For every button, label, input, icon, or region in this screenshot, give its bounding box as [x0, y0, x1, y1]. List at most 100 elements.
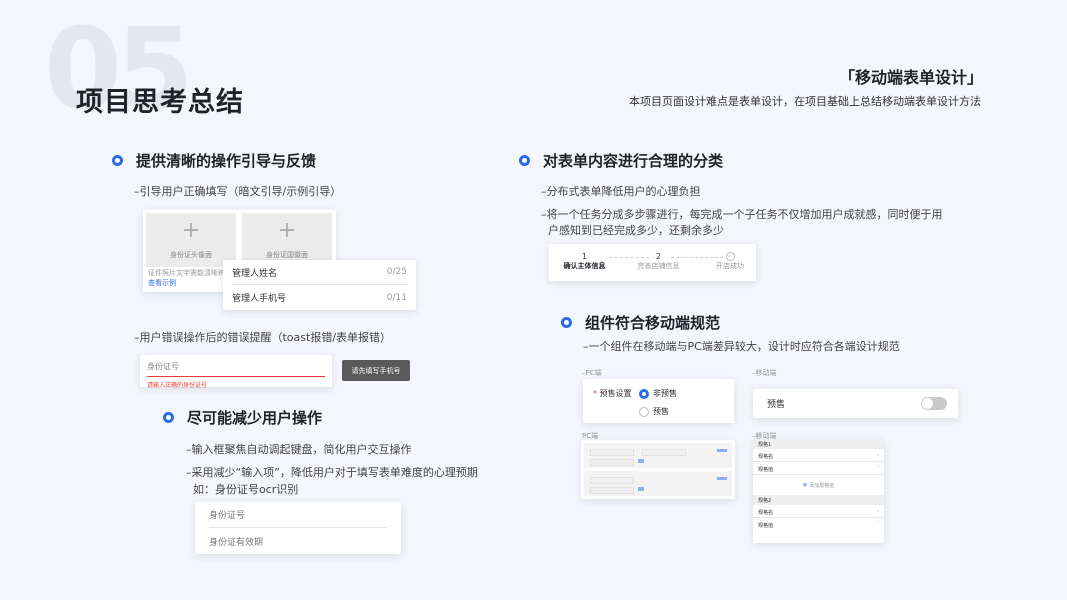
pc-spec-row-2	[584, 471, 732, 496]
add-spec-label: 添加规格值	[809, 482, 835, 489]
radio-checked-icon	[639, 388, 649, 399]
spec-row[interactable]: 规格名 ›	[753, 505, 884, 518]
spec-input[interactable]	[590, 487, 634, 494]
step-2: 2 完善店铺信息	[631, 252, 686, 271]
toast-message: 请先填写手机号	[342, 360, 410, 381]
char-count: 0/11	[386, 292, 407, 303]
presale-toggle[interactable]	[921, 397, 947, 410]
remove-link[interactable]	[717, 449, 727, 452]
note-steps-2: 户感知到已经完成多少，还剩余多少	[548, 224, 724, 237]
char-count: 0/25	[386, 267, 407, 277]
remove-link[interactable]	[717, 477, 727, 480]
error-message: 请输入正确的身份证号	[147, 382, 208, 389]
presale-label-text: 预售设置	[599, 389, 632, 398]
step-indicator: 1 确认主体信息 2 完善店铺信息 ✓ 开店成功	[549, 244, 756, 281]
step-label: 完善店铺信息	[637, 262, 680, 270]
example-link[interactable]: 查看示例	[148, 278, 176, 288]
spec-row-label: 规格值	[758, 467, 774, 473]
spec-row[interactable]: 规格值 ˆ	[753, 462, 884, 475]
brand-title: 「移动端表单设计」	[838, 68, 983, 87]
step-3: ✓ 开店成功	[706, 252, 754, 271]
spec-row[interactable]: 规格值 ˇ	[753, 518, 884, 531]
upload-hint: 证件照片文字需能清晰辨认	[148, 269, 230, 277]
spec-input[interactable]	[590, 477, 634, 484]
section-title-text: 提供清晰的操作引导与反馈	[136, 152, 317, 170]
name-phone-form: 管理人姓名 0/25 管理人手机号 0/11	[223, 260, 416, 310]
spec-row-label: 规格名	[758, 454, 774, 460]
note-error: –用户错误操作后的错误提醒（toast报错/表单报错）	[134, 331, 392, 344]
spec-input[interactable]	[642, 449, 686, 456]
field-manager-phone[interactable]: 管理人手机号 0/11	[232, 285, 407, 310]
section-reduce-ops-title: 尽可能减少用户操作	[163, 407, 322, 428]
mobile-label: –移动端	[752, 369, 777, 377]
id-input-error[interactable]: 身份证号	[147, 361, 325, 377]
upload-back-label: 身份证国徽面	[266, 251, 308, 259]
spec-row-label: 规格名	[758, 510, 774, 516]
radio-label: 预售	[653, 407, 669, 416]
radio-label: 非预售	[653, 389, 677, 398]
upload-front-label: 身份证头像面	[170, 251, 212, 259]
note-keyboard: –输入框聚焦自动调起键盘，简化用户交互操作	[186, 443, 412, 456]
required-mark: *	[593, 389, 597, 398]
chevron-right-icon: ›	[877, 453, 879, 459]
plus-circle-icon: ●	[802, 482, 808, 488]
upload-back-box[interactable]: + 身份证国徽面	[242, 213, 332, 267]
page-title: 项目思考总结	[76, 87, 244, 118]
note-distributed: –分布式表单降低用户的心理负担	[541, 185, 701, 198]
pc-spec-row-1	[584, 443, 732, 468]
pc-label: –PC端	[582, 369, 602, 377]
field-label: 身份证号	[209, 511, 246, 521]
plus-icon: +	[277, 218, 297, 243]
spec-group-1: 规格1	[753, 439, 884, 449]
bullet-icon	[519, 155, 530, 166]
radio-presale[interactable]: 预售	[639, 406, 669, 417]
radio-non-presale[interactable]: 非预售	[639, 388, 677, 399]
field-label: 管理人姓名	[232, 268, 278, 279]
field-label: 身份证有效期	[209, 537, 264, 548]
section-title-text: 尽可能减少用户操作	[187, 409, 323, 427]
plus-icon: +	[181, 218, 201, 243]
step-label: 确认主体信息	[563, 262, 606, 270]
spec-row-label: 规格值	[758, 523, 774, 529]
add-spec-value[interactable]: ● 添加规格值	[753, 475, 884, 495]
field-manager-name[interactable]: 管理人姓名 0/25	[232, 260, 407, 285]
note-guide: –引导用户正确填写（暗文引导/示例引导）	[134, 185, 342, 198]
id-form-card: 身份证号 身份证有效期	[195, 502, 401, 554]
bullet-icon	[112, 155, 123, 166]
add-link[interactable]	[638, 487, 644, 491]
chevron-up-icon: ˆ	[876, 466, 880, 472]
section-guide-feedback-title: 提供清晰的操作引导与反馈	[112, 150, 316, 171]
section-classify-title: 对表单内容进行合理的分类	[519, 150, 723, 171]
bullet-icon	[561, 317, 572, 328]
pc-spec-card	[581, 440, 735, 499]
spec-input[interactable]	[590, 459, 634, 466]
id-number-field[interactable]: 身份证号	[209, 502, 387, 528]
note-ocr: 如：身份证号ocr识别	[193, 483, 299, 496]
note-component: –一个组件在移动端与PC端差异较大，设计时应符合各端设计规范	[583, 340, 900, 353]
toggle-label: 预售	[767, 400, 786, 410]
radio-unchecked-icon	[639, 406, 649, 417]
section-title-text: 组件符合移动端规范	[585, 314, 721, 332]
error-form-card: 身份证号 请输入正确的身份证号	[140, 355, 332, 389]
mobile-spec-card: 规格1 规格名 › 规格值 ˆ ● 添加规格值 规格2 规格名 › 规格值 ˇ	[753, 439, 884, 543]
brand-subtitle: 本项目页面设计难点是表单设计，在项目基础上总结移动端表单设计方法	[629, 95, 981, 108]
mobile-toggle-card: 预售	[753, 389, 958, 418]
bullet-icon	[163, 412, 174, 423]
pc-radio-card: * 预售设置 非预售 预售	[583, 379, 734, 423]
spec-group-2: 规格2	[753, 495, 884, 505]
spec-input[interactable]	[590, 449, 634, 456]
upload-front-box[interactable]: + 身份证头像面	[146, 213, 236, 267]
field-label: 管理人手机号	[232, 294, 287, 304]
chevron-right-icon: ›	[877, 509, 879, 515]
section-component-title: 组件符合移动端规范	[561, 312, 720, 333]
add-link[interactable]	[638, 459, 644, 463]
check-circle-icon: ✓	[725, 252, 735, 261]
section-title-text: 对表单内容进行合理的分类	[543, 152, 724, 170]
step-label: 开店成功	[716, 262, 744, 270]
step-1: 1 确认主体信息	[557, 252, 612, 271]
presale-label: * 预售设置	[593, 388, 632, 399]
chevron-down-icon: ˇ	[876, 522, 880, 528]
spec-row[interactable]: 规格名 ›	[753, 449, 884, 462]
step-number: 1	[581, 252, 588, 261]
id-expiry-field[interactable]: 身份证有效期	[209, 528, 387, 554]
